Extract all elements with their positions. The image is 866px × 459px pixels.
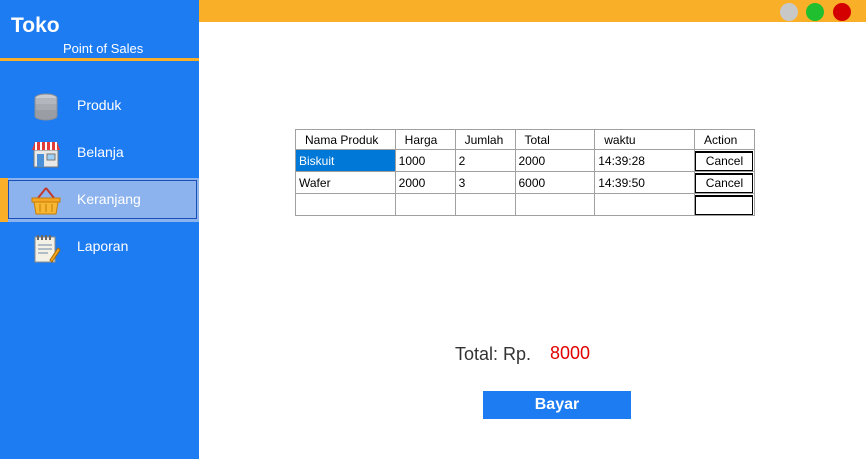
cell-waktu[interactable]: 14:39:28 xyxy=(594,149,695,172)
sidebar-item-keranjang[interactable]: Keranjang xyxy=(0,178,199,222)
cell-jumlah[interactable] xyxy=(454,193,516,216)
cell-action: Cancel xyxy=(693,171,756,194)
minimize-button[interactable] xyxy=(780,3,798,21)
cell-action: Cancel xyxy=(693,149,756,172)
maximize-button[interactable] xyxy=(806,3,824,21)
basket-icon xyxy=(30,185,62,217)
database-icon xyxy=(30,91,62,123)
cell-action xyxy=(693,193,756,216)
sidebar-item-laporan[interactable]: Laporan xyxy=(0,225,199,269)
cart-table: Nama Produk Harga Jumlah Total waktu Act… xyxy=(295,129,756,216)
sidebar: Toko Point of Sales Produk Belanja Keran… xyxy=(0,0,199,459)
cell-harga[interactable]: 1000 xyxy=(394,149,456,172)
sidebar-item-produk[interactable]: Produk xyxy=(0,84,199,128)
cell-total[interactable] xyxy=(514,193,596,216)
table-row[interactable]: Wafer 2000 3 6000 14:39:50 Cancel xyxy=(295,171,756,194)
cancel-button[interactable]: Cancel xyxy=(695,150,754,171)
column-header[interactable]: Jumlah xyxy=(454,129,516,150)
cell-nama[interactable] xyxy=(295,193,396,216)
cell-total[interactable]: 6000 xyxy=(514,171,596,194)
notepad-icon xyxy=(30,232,62,264)
cell-total[interactable]: 2000 xyxy=(514,149,596,172)
table-row-new[interactable] xyxy=(295,193,756,216)
table-header-row: Nama Produk Harga Jumlah Total waktu Act… xyxy=(295,129,756,150)
cancel-button[interactable]: Cancel xyxy=(695,172,754,193)
total-value: 8000 xyxy=(550,343,591,363)
table-row[interactable]: Biskuit 1000 2 2000 14:39:28 Cancel xyxy=(295,149,756,172)
brand-divider xyxy=(0,58,199,61)
column-header[interactable]: Total xyxy=(514,129,596,150)
cell-waktu[interactable]: 14:39:50 xyxy=(594,171,695,194)
sidebar-item-belanja[interactable]: Belanja xyxy=(0,131,199,175)
empty-action-button[interactable] xyxy=(695,194,754,215)
cell-harga[interactable]: 2000 xyxy=(394,171,456,194)
sidebar-item-label: Keranjang xyxy=(77,191,141,207)
app-title: Toko xyxy=(11,14,60,37)
store-icon xyxy=(30,138,62,170)
sidebar-item-label: Produk xyxy=(77,97,122,113)
column-header[interactable]: Nama Produk xyxy=(295,129,396,150)
app-subtitle: Point of Sales xyxy=(63,41,144,56)
column-header[interactable]: waktu xyxy=(594,129,695,150)
cell-jumlah[interactable]: 2 xyxy=(454,149,516,172)
sidebar-item-label: Laporan xyxy=(77,238,129,254)
sidebar-item-label: Belanja xyxy=(77,144,124,160)
cell-harga[interactable] xyxy=(394,193,456,216)
column-header[interactable]: Harga xyxy=(394,129,456,150)
cell-nama[interactable]: Biskuit xyxy=(295,149,396,172)
top-bar xyxy=(199,0,866,22)
cell-jumlah[interactable]: 3 xyxy=(454,171,516,194)
pay-button[interactable]: Bayar xyxy=(483,391,631,419)
column-header[interactable]: Action xyxy=(693,129,756,150)
close-button[interactable] xyxy=(833,3,851,21)
cell-nama[interactable]: Wafer xyxy=(295,171,396,194)
total-label: Total: Rp. xyxy=(455,344,532,364)
active-indicator xyxy=(0,178,8,222)
cell-waktu[interactable] xyxy=(594,193,695,216)
